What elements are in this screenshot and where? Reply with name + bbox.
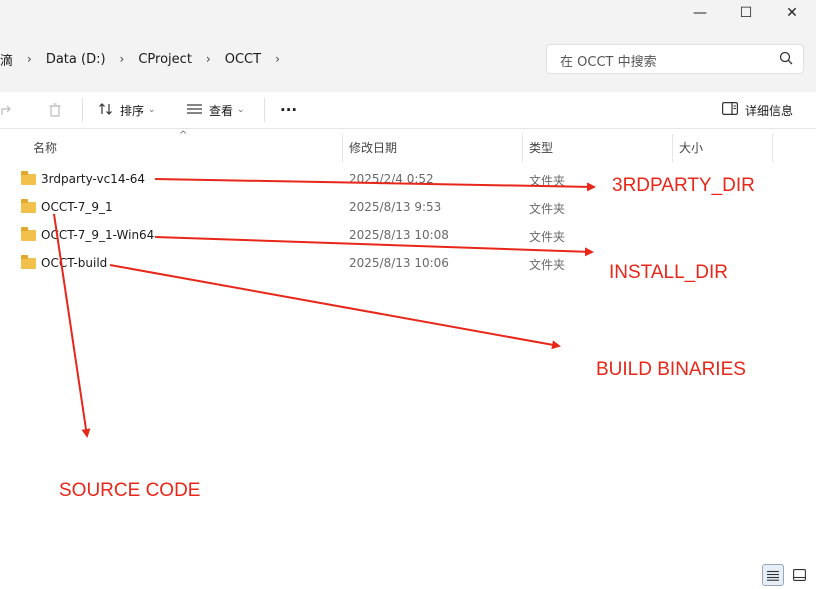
arrow-build	[109, 264, 561, 350]
tiles-view-button[interactable]	[788, 564, 810, 586]
annotation-3rdparty-dir: 3RDPARTY_DIR	[612, 175, 755, 196]
arrow-source	[53, 213, 91, 438]
annotation-install-dir: INSTALL_DIR	[609, 262, 728, 283]
arrow-3rdparty	[154, 178, 596, 192]
tiles-view-icon	[792, 569, 806, 581]
details-view-icon	[767, 570, 779, 581]
annotation-build-binaries: BUILD BINARIES	[596, 359, 746, 380]
arrow-install	[154, 236, 594, 257]
annotation-source-code: SOURCE CODE	[59, 480, 201, 501]
details-view-button[interactable]	[762, 564, 784, 586]
